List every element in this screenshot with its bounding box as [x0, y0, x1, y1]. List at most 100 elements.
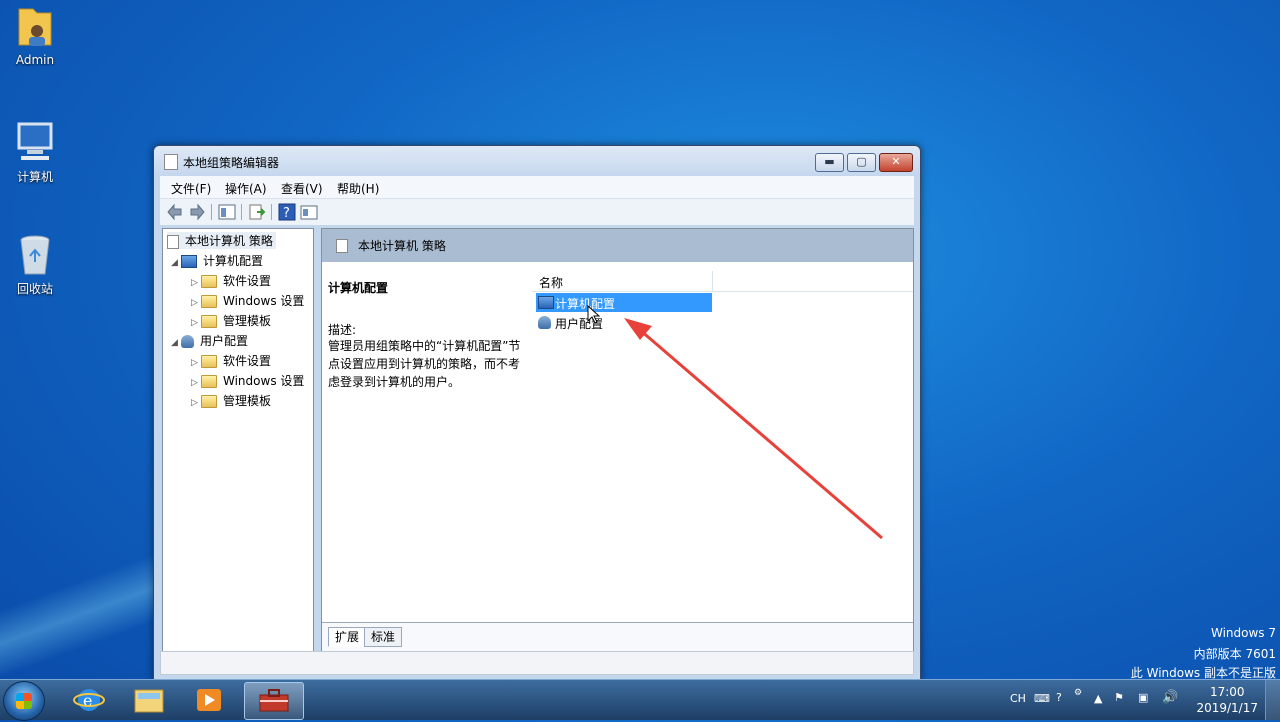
keyboard-icon[interactable]: ⌨: [1034, 692, 1050, 705]
column-header-name[interactable]: 名称: [532, 271, 713, 292]
clock[interactable]: 17:00 2019/1/17: [1196, 684, 1258, 716]
tab-extended[interactable]: 扩展: [328, 627, 367, 647]
close-button[interactable]: ✕: [879, 153, 913, 172]
taskbar-file-explorer[interactable]: [120, 682, 178, 718]
clock-date: 2019/1/17: [1196, 701, 1258, 715]
maximize-button[interactable]: ▢: [847, 153, 876, 172]
help-icon[interactable]: ?: [278, 203, 296, 221]
windows-logo-icon: [16, 693, 32, 709]
svg-text:?: ?: [283, 206, 290, 221]
tree-item-windows-settings[interactable]: ▷ Windows 设置: [191, 372, 304, 389]
list-item-user-config[interactable]: 用户配置: [536, 313, 712, 332]
policy-document-icon: [336, 239, 348, 253]
policy-document-icon: [167, 234, 179, 249]
expand-arrow-icon[interactable]: ▷: [191, 378, 201, 388]
description-label: 描述:: [328, 323, 357, 337]
network-icon[interactable]: ▣: [1138, 691, 1148, 704]
ime-help-icon[interactable]: ?: [1056, 691, 1062, 704]
title-bar[interactable]: 本地组策略编辑器 ▬ ▢ ✕: [154, 146, 920, 176]
file-explorer-icon: [134, 689, 164, 713]
tree-item-software-settings[interactable]: ▷ 软件设置: [191, 272, 271, 289]
group-policy-editor-window: 本地组策略编辑器 ▬ ▢ ✕ 文件(F) 操作(A) 查看(V) 帮助(H) ?: [153, 145, 921, 682]
folder-icon: [201, 355, 217, 368]
expand-arrow-icon[interactable]: ▷: [191, 358, 201, 368]
taskbar: e CH ⌨ ? ⚙ ▲ ⚑ ▣ 🔊 17:00 2019/1/17: [0, 679, 1280, 721]
menu-view[interactable]: 查看(V): [281, 180, 323, 197]
user-config-icon: [181, 335, 194, 348]
column-header-empty: [713, 271, 913, 292]
media-player-icon: [197, 689, 221, 711]
group-policy-editor-icon: [259, 689, 289, 712]
tree-root[interactable]: 本地计算机 策略: [167, 232, 276, 249]
tree-item-software-settings[interactable]: ▷ 软件设置: [191, 352, 271, 369]
status-bar: [160, 651, 914, 675]
collapse-arrow-icon[interactable]: ◢: [171, 338, 181, 348]
expand-arrow-icon[interactable]: ▷: [191, 298, 201, 308]
description-text: 管理员用组策略中的“计算机配置”节点设置应用到计算机的策略，而不考虑登录到计算机…: [328, 339, 521, 389]
folder-icon: [201, 395, 217, 408]
folder-icon: [201, 315, 217, 328]
watermark-build: 内部版本 7601: [1193, 647, 1276, 661]
taskbar-internet-explorer[interactable]: e: [60, 682, 118, 718]
policy-document-icon: [164, 154, 178, 170]
menu-file[interactable]: 文件(F): [171, 180, 211, 197]
export-list-icon[interactable]: [248, 203, 266, 221]
desktop-icon-label: 回收站: [16, 282, 53, 296]
list-item-computer-config[interactable]: 计算机配置: [536, 293, 712, 312]
desktop-icon-admin[interactable]: Admin: [5, 5, 65, 67]
folder-icon: [201, 375, 217, 388]
properties-view-icon[interactable]: [300, 203, 318, 221]
start-button[interactable]: [3, 681, 45, 721]
toolbar-separator: [211, 204, 212, 220]
desktop-icon-computer[interactable]: 计算机: [5, 120, 65, 185]
toolbar: ?: [160, 198, 914, 225]
expand-arrow-icon[interactable]: ▷: [191, 398, 201, 408]
folder-icon: [201, 295, 217, 308]
navigation-tree: 本地计算机 策略 ◢ 计算机配置 ▷ 软件设置 ▷ Windows 设置 ▷ 管理模板 …: [162, 228, 314, 652]
show-hidden-icons-icon[interactable]: ▲: [1094, 692, 1102, 705]
toolbar-separator: [271, 204, 272, 220]
taskbar-media-player[interactable]: [180, 682, 238, 718]
back-arrow-icon[interactable]: [166, 203, 184, 221]
computer-config-icon: [538, 296, 554, 309]
desktop-icon-label: 计算机: [16, 170, 53, 184]
toolbar-separator: [241, 204, 242, 220]
details-header: 本地计算机 策略: [322, 229, 913, 262]
taskbar-group-policy-editor[interactable]: [244, 682, 304, 720]
tree-item-admin-templates[interactable]: ▷ 管理模板: [191, 312, 271, 329]
computer-config-icon: [181, 255, 197, 268]
tree-user-config[interactable]: ◢ 用户配置: [171, 332, 248, 349]
description-title: 计算机配置: [328, 281, 389, 295]
forward-arrow-icon[interactable]: [188, 203, 206, 221]
details-pane: 本地计算机 策略 计算机配置 描述: 管理员用组策略中的“计算机配置”节点设置应…: [321, 228, 914, 652]
language-indicator[interactable]: CH: [1010, 692, 1026, 705]
desktop-icon-recycle-bin[interactable]: 回收站: [5, 232, 65, 297]
tree-item-admin-templates[interactable]: ▷ 管理模板: [191, 392, 271, 409]
mouse-cursor-icon: [587, 305, 601, 324]
computer-icon: [13, 120, 57, 164]
show-hide-tree-icon[interactable]: [218, 203, 236, 221]
user-config-icon: [538, 316, 551, 329]
expand-arrow-icon[interactable]: ▷: [191, 278, 201, 288]
ime-options-icon[interactable]: ⚙: [1074, 688, 1082, 698]
folder-icon: [201, 275, 217, 288]
menu-help[interactable]: 帮助(H): [337, 180, 379, 197]
collapse-arrow-icon[interactable]: ◢: [171, 258, 181, 268]
recycle-bin-icon: [13, 232, 57, 276]
tree-item-windows-settings[interactable]: ▷ Windows 设置: [191, 292, 304, 309]
minimize-button[interactable]: ▬: [815, 153, 844, 172]
tree-computer-config[interactable]: ◢ 计算机配置: [171, 252, 263, 269]
show-desktop-button[interactable]: [1265, 680, 1280, 720]
watermark-os: Windows 7: [1210, 626, 1276, 640]
menu-bar: 文件(F) 操作(A) 查看(V) 帮助(H): [160, 176, 914, 198]
expand-arrow-icon[interactable]: ▷: [191, 318, 201, 328]
desktop-icon-label: Admin: [15, 53, 55, 67]
window-title: 本地组策略编辑器: [183, 156, 280, 170]
user-folder-icon: [13, 5, 57, 49]
details-header-title: 本地计算机 策略: [358, 239, 446, 253]
tab-standard[interactable]: 标准: [364, 627, 403, 647]
menu-action[interactable]: 操作(A): [225, 180, 267, 197]
action-center-flag-icon[interactable]: ⚑: [1114, 691, 1124, 704]
clock-time: 17:00: [1209, 685, 1245, 699]
volume-icon[interactable]: 🔊: [1162, 690, 1178, 705]
